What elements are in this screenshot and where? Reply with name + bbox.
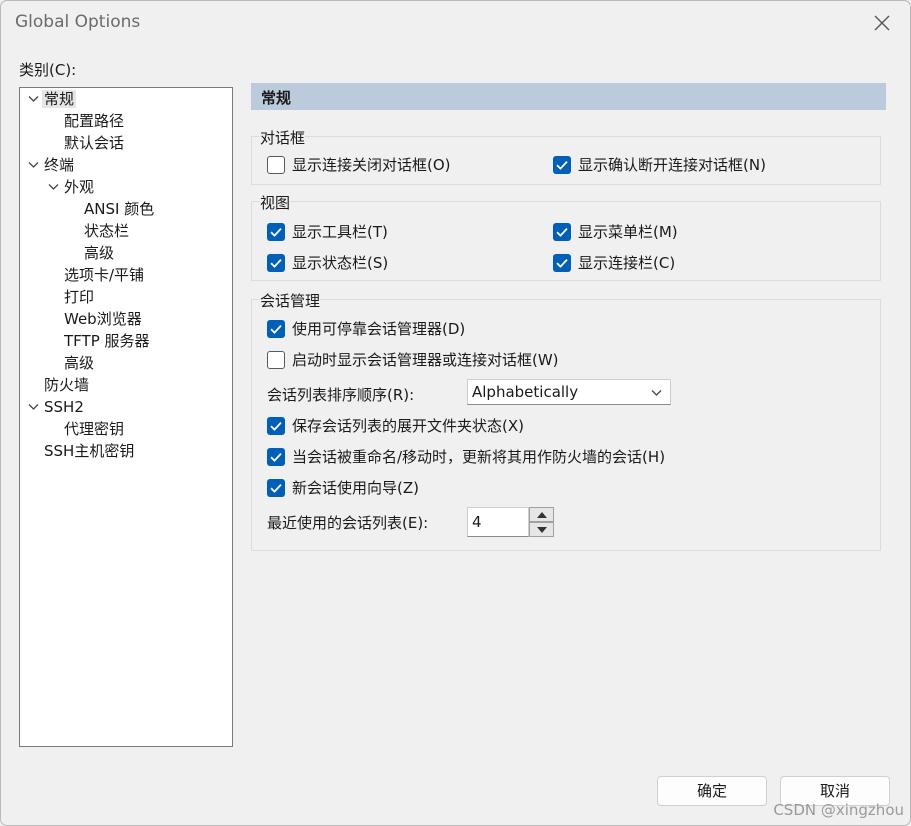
checkbox-label: 新会话使用向导(Z) [292,479,419,497]
checkbox-unchecked[interactable] [267,156,285,174]
tree-item-label: 高级 [64,354,95,372]
tree-item-tabs-tiling[interactable]: 选项卡/平铺 [64,265,144,286]
dialog-group-title: 对话框 [260,127,306,148]
checkmark-icon [270,258,282,268]
recent-sessions-label: 最近使用的会话列表(E): [267,514,429,532]
tree-item-label: SSH主机密钥 [44,442,135,460]
sort-order-label: 会话列表排序顺序(R): [267,386,415,404]
tree-item-appearance-advanced[interactable]: 高级 [84,243,114,264]
arrow-up-icon [537,512,547,518]
checkmark-icon [270,483,282,493]
checkbox-label: 显示连接关闭对话框(O) [292,156,451,174]
close-icon [874,15,890,31]
category-label: 类别(C): [19,61,77,79]
spin-down-button[interactable] [529,522,554,537]
checkbox-checked[interactable] [553,254,571,272]
chevron-down-icon [651,390,662,396]
chevron-down-icon[interactable] [28,161,39,169]
checkbox-label: 启动时显示会话管理器或连接对话框(W) [292,351,559,369]
checkmark-icon [270,227,282,237]
tree-item-label: 常规 [42,90,77,108]
global-options-window: Global Options 类别(C): 常规 配置路径 默认会话 终端 外观… [0,0,911,826]
chevron-down-icon[interactable] [28,95,39,103]
checkbox-label: 保存会话列表的展开文件夹状态(X) [292,417,524,435]
tree-item-ssh-host-keys[interactable]: SSH主机密钥 [44,441,134,462]
spin-up-button[interactable] [529,507,554,522]
session-group-title: 会话管理 [260,290,321,311]
tree-item-web-browser[interactable]: Web浏览器 [64,309,142,330]
checkbox-checked[interactable] [267,320,285,338]
checkmark-icon [270,452,282,462]
checkbox-unchecked[interactable] [267,351,285,369]
ok-button[interactable]: 确定 [657,776,767,806]
checkmark-icon [556,258,568,268]
tree-item-label: SSH2 [44,398,84,416]
tree-item-ansi-color[interactable]: ANSI 颜色 [84,199,154,220]
tree-item-config-path[interactable]: 配置路径 [64,111,124,132]
window-title: Global Options [15,12,141,32]
checkbox-label: 使用可停靠会话管理器(D) [292,320,466,338]
tree-item-firewall[interactable]: 防火墙 [44,375,89,396]
tree-item-terminal-advanced[interactable]: 高级 [64,353,94,374]
sort-order-select[interactable]: Alphabetically [467,379,671,405]
checkbox-label: 显示确认断开连接对话框(N) [578,156,766,174]
checkbox-label: 显示菜单栏(M) [578,223,678,241]
tree-item-label: 默认会话 [64,134,125,152]
checkbox-checked[interactable] [553,156,571,174]
tree-item-label: 防火墙 [44,376,90,394]
checkbox-checked[interactable] [267,223,285,241]
checkbox-label: 显示工具栏(T) [292,223,388,241]
chevron-down-icon[interactable] [28,403,39,411]
category-tree[interactable]: 常规 配置路径 默认会话 终端 外观 ANSI 颜色 状态栏 高级 选项卡/平铺… [19,87,233,747]
checkbox-label: 当会话被重命名/移动时，更新将其用作防火墙的会话(H) [292,448,666,466]
title-bar: Global Options [1,1,910,45]
checkbox-checked[interactable] [553,223,571,241]
section-title: 常规 [261,89,292,107]
recent-sessions-spinner[interactable] [529,507,554,537]
section-header: 常规 [251,83,886,110]
checkbox-checked[interactable] [267,448,285,466]
checkbox-label: 显示连接栏(C) [578,254,676,272]
checkmark-icon [556,227,568,237]
close-button[interactable] [862,7,902,39]
tree-item-default-session[interactable]: 默认会话 [64,133,124,154]
tree-item-label: 代理密钥 [64,420,125,438]
tree-item-label: 打印 [64,288,95,306]
tree-item-label: 高级 [84,244,115,262]
tree-item-print[interactable]: 打印 [64,287,94,308]
tree-item-terminal[interactable]: 终端 [28,155,75,176]
recent-sessions-input[interactable] [467,507,529,537]
chevron-down-icon[interactable] [48,183,59,191]
watermark: CSDN @xingzhou [773,801,904,819]
tree-item-status-bar[interactable]: 状态栏 [84,221,129,242]
checkbox-checked[interactable] [267,479,285,497]
tree-item-label: 状态栏 [84,222,130,240]
checkmark-icon [270,324,282,334]
tree-item-label: Web浏览器 [64,310,142,328]
tree-item-label: ANSI 颜色 [84,200,155,218]
sort-order-value: Alphabetically [472,383,579,401]
checkbox-label: 显示状态栏(S) [292,254,389,272]
view-group-title: 视图 [260,192,291,213]
tree-item-agent-keys[interactable]: 代理密钥 [64,419,124,440]
tree-item-ssh2[interactable]: SSH2 [28,397,84,418]
tree-item-label: 选项卡/平铺 [64,266,145,284]
checkmark-icon [270,421,282,431]
tree-item-tftp-server[interactable]: TFTP 服务器 [64,331,150,352]
tree-item-label: 配置路径 [64,112,125,130]
arrow-down-icon [537,527,547,533]
checkbox-checked[interactable] [267,254,285,272]
tree-item-label: TFTP 服务器 [64,332,150,350]
tree-item-label: 终端 [44,156,75,174]
checkbox-checked[interactable] [267,417,285,435]
tree-item-appearance[interactable]: 外观 [48,177,95,198]
checkmark-icon [556,160,568,170]
tree-item-label: 外观 [64,178,95,196]
tree-item-general[interactable]: 常规 [28,89,77,110]
